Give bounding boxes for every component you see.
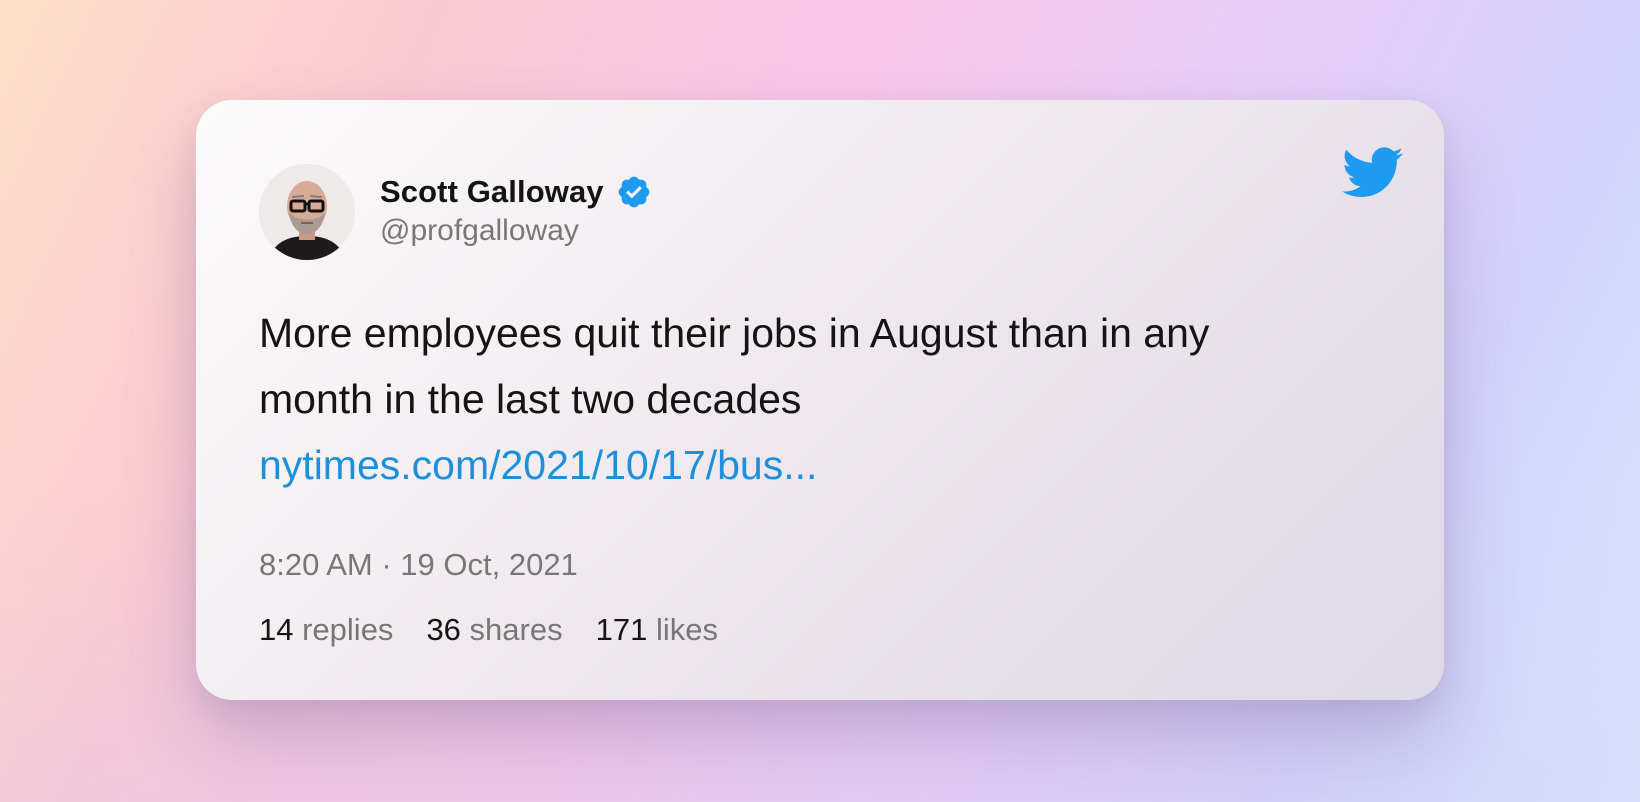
tweet-text-line: month in the last two decades [259, 376, 802, 422]
tweet-timestamp[interactable]: 8:20 AM · 19 Oct, 2021 [259, 547, 578, 583]
avatar-image [259, 164, 355, 260]
shares-count: 36 [426, 612, 470, 647]
likes-label: likes [655, 612, 718, 647]
avatar[interactable] [259, 164, 355, 260]
likes-stat[interactable]: 171 likes [596, 612, 718, 648]
tweet-text: More employees quit their jobs in August… [259, 300, 1339, 498]
replies-label: replies [302, 612, 394, 647]
verified-badge-icon [618, 176, 649, 208]
replies-count: 14 [259, 612, 303, 647]
author-name[interactable]: Scott Galloway [380, 174, 604, 210]
shares-label: shares [469, 612, 563, 647]
tweet-link[interactable]: nytimes.com/2021/10/17/bus... [259, 432, 1339, 498]
author-handle[interactable]: @profgalloway [380, 214, 579, 248]
tweet-text-line: More employees quit their jobs in August… [259, 310, 1210, 356]
tweet-stats: 14 replies 36 shares 171 likes [259, 612, 751, 648]
twitter-bird-icon[interactable] [1342, 146, 1404, 200]
likes-count: 171 [595, 612, 656, 647]
tweet-card[interactable]: Scott Galloway @profgalloway More employ… [196, 100, 1444, 700]
shares-stat[interactable]: 36 shares [426, 612, 562, 648]
author-name-row: Scott Galloway [380, 172, 652, 212]
replies-stat[interactable]: 14 replies [259, 612, 393, 648]
